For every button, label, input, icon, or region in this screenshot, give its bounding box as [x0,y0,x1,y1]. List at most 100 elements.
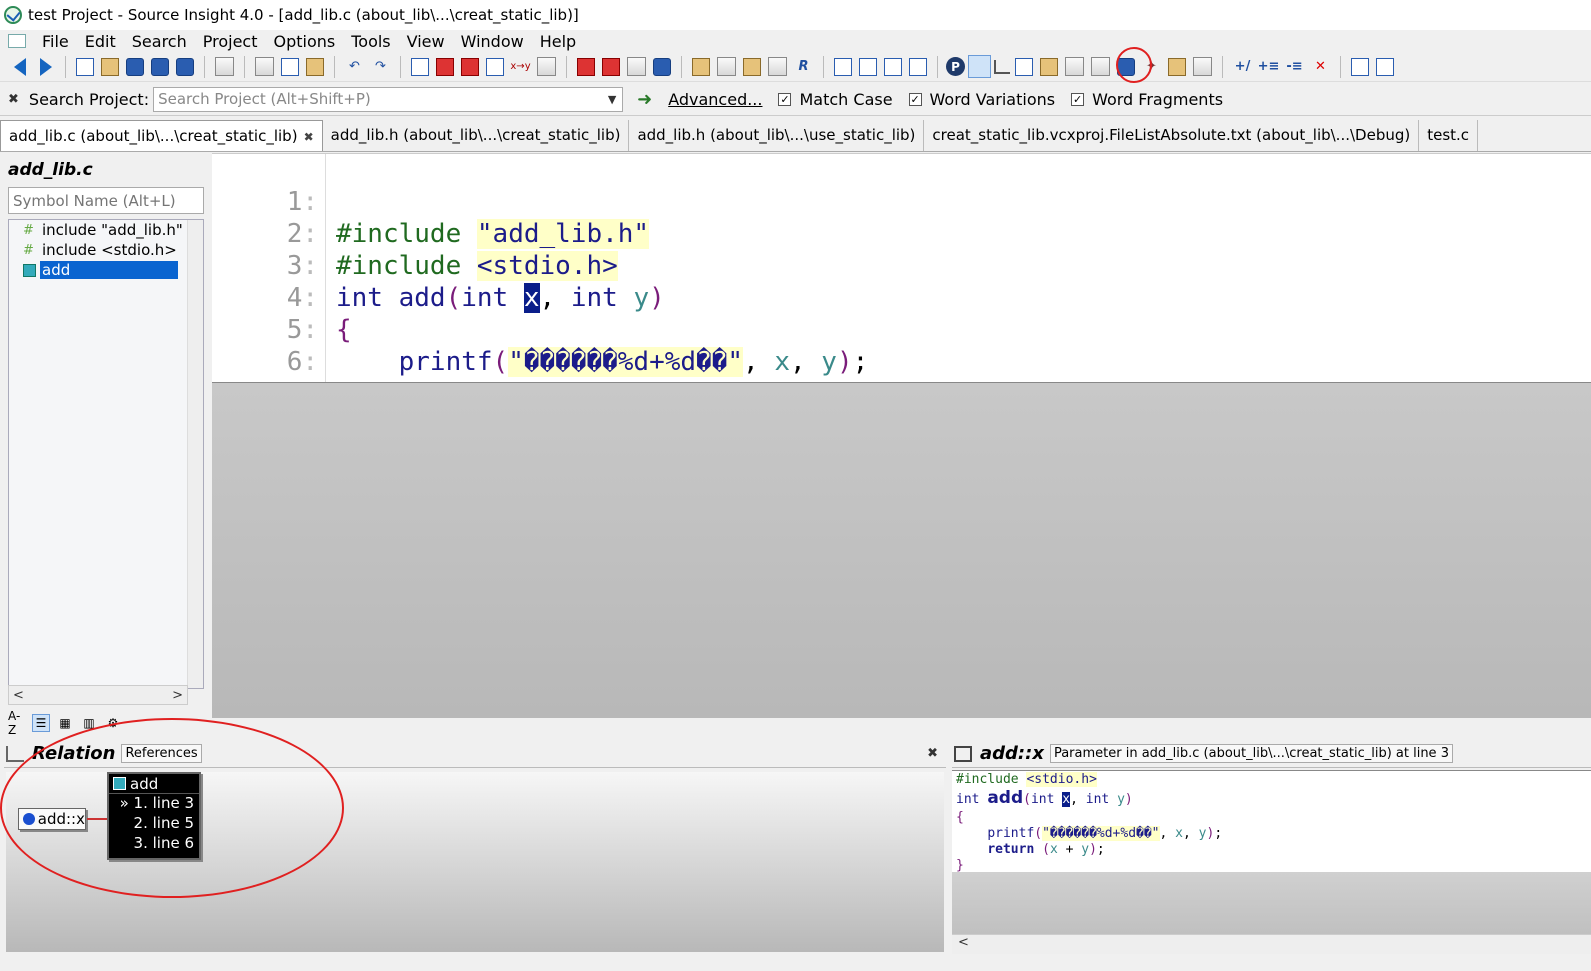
sort-az-icon[interactable]: A-Z [8,709,26,737]
symbol-item-include-add-lib[interactable]: # include "add_lib.h" [9,220,203,240]
code-line: 3: int add(int x, int y) [212,218,1591,313]
context-code[interactable]: #include <stdio.h> int add(int x, int y)… [952,770,1591,873]
document-icon[interactable] [8,34,26,48]
context-window-icon[interactable] [968,55,991,78]
save-icon[interactable] [126,57,144,76]
code-line: 6: return (x + y); [212,314,1591,409]
undo-icon[interactable]: ↶ [343,55,366,78]
find-icon[interactable] [411,57,429,76]
close-icon[interactable]: ✖ [927,746,938,761]
editor-empty-area[interactable] [212,382,1591,718]
forward-icon[interactable] [34,55,57,78]
title-bar: test Project - Source Insight 4.0 - [add… [0,0,1591,30]
match-case-checkbox[interactable]: ✓ Match Case [778,90,893,109]
layout-1-icon[interactable] [834,57,852,76]
merge-icon[interactable] [1168,57,1186,76]
category-icon[interactable]: ▦ [56,714,74,732]
jump-icon[interactable] [717,57,736,76]
menu-window[interactable]: Window [453,32,532,51]
code-line: 7: } [212,346,1591,441]
menu-options[interactable]: Options [265,32,343,51]
clip-window-icon[interactable] [1040,57,1058,76]
r-icon[interactable]: R [792,55,815,78]
symbol-name-input[interactable] [8,187,204,214]
word-variations-checkbox[interactable]: ✓ Word Variations [908,90,1055,109]
search-files-icon[interactable] [486,57,504,76]
code-line: 4: { [212,250,1591,345]
new-file-icon[interactable] [76,57,94,76]
font-b-icon[interactable] [1376,57,1394,76]
tab-add-lib-c[interactable]: add_lib.c (about_lib\...\creat_static_li… [0,120,323,151]
diff-next-icon[interactable]: +≡ [1257,55,1280,78]
chevron-down-icon[interactable]: ▼ [602,88,622,111]
tab-filelist[interactable]: creat_static_lib.vcxproj.FileListAbsolut… [924,120,1420,151]
annotation-circle [1116,47,1152,83]
tab-add-lib-h-use[interactable]: add_lib.h (about_lib\...\use_static_lib) [629,120,925,151]
scroll-right-icon[interactable]: > [172,688,183,703]
scroll-left-icon[interactable]: < [958,935,969,950]
project-icon[interactable]: P [946,57,965,76]
paste-icon[interactable] [306,57,324,76]
symbol-item-include-stdio[interactable]: # include <stdio.h> [9,240,203,260]
bookmark-next-icon[interactable] [602,57,620,76]
layout-3-icon[interactable] [884,57,902,76]
diff-close-icon[interactable]: ✕ [1309,55,1332,78]
go-arrow-icon[interactable]: ➜ [637,89,652,110]
font-a-icon[interactable] [1351,57,1369,76]
symbol-lookup-icon[interactable] [692,57,710,76]
menu-view[interactable]: View [399,32,453,51]
layout-2-icon[interactable] [859,57,877,76]
menu-tools[interactable]: Tools [343,32,398,51]
toolbar-separator [244,55,245,78]
horizontal-scrollbar[interactable]: < [952,934,1591,954]
copy-icon[interactable] [281,57,299,76]
menu-search[interactable]: Search [124,32,195,51]
cut-icon[interactable] [255,57,274,76]
symbol-item-add[interactable]: add [9,260,203,280]
menu-help[interactable]: Help [532,32,584,51]
open-folder-icon[interactable] [101,57,119,76]
menu-bar: File Edit Search Project Options Tools V… [0,30,1591,52]
save-as-icon[interactable] [151,57,169,76]
relation-window-icon[interactable] [994,59,1010,74]
bookmark-star-icon[interactable] [653,57,671,76]
browse-icon[interactable] [1065,57,1084,76]
back-icon[interactable] [8,55,31,78]
menu-edit[interactable]: Edit [77,32,124,51]
list-view-icon[interactable]: ☰ [32,714,50,732]
save-all-icon[interactable] [176,57,194,76]
find-up-icon[interactable] [436,57,454,76]
web-search-icon[interactable] [537,57,556,76]
app-window: test Project - Source Insight 4.0 - [add… [0,0,1591,971]
menu-file[interactable]: File [34,32,77,51]
bookmark-list-icon[interactable] [627,57,646,76]
advanced-button[interactable]: Advanced... [668,90,762,109]
scroll-left-icon[interactable]: < [13,688,24,703]
include-icon: # [23,222,34,238]
vertical-scrollbar[interactable] [187,220,203,688]
book-icon[interactable] [743,57,761,76]
find-down-icon[interactable] [461,57,479,76]
tab-close-icon[interactable]: ✖ [304,130,314,144]
close-icon[interactable]: ✖ [8,92,19,107]
tab-test-c[interactable]: test.c [1419,120,1479,151]
tab-add-lib-h-creat[interactable]: add_lib.h (about_lib\...\creat_static_li… [323,120,630,151]
print-icon[interactable] [215,57,234,76]
redo-icon[interactable]: ↷ [369,55,392,78]
layout-4-icon[interactable] [909,57,927,76]
symbol-panel-title: add_lib.c [8,160,93,180]
symbol-window-icon[interactable] [1015,57,1033,76]
lookup-icon[interactable] [1091,57,1110,76]
bookmark-prev-icon[interactable] [577,57,595,76]
symbol-list: # include "add_lib.h" # include <stdio.h… [8,219,204,689]
code-editor[interactable]: 1: #include "add_lib.h" 2: #include <std… [212,153,1591,441]
replace-icon[interactable]: x→y [509,55,532,78]
horizontal-scrollbar[interactable]: < > [8,685,188,705]
function-icon[interactable] [768,57,787,76]
word-fragments-checkbox[interactable]: ✓ Word Fragments [1071,90,1223,109]
menu-project[interactable]: Project [195,32,266,51]
search-input[interactable]: Search Project (Alt+Shift+P) ▼ [153,87,624,112]
diff-prev-icon[interactable]: -≡ [1283,55,1306,78]
diff-add-icon[interactable]: +/ [1231,55,1254,78]
compare-icon[interactable] [1193,57,1212,76]
